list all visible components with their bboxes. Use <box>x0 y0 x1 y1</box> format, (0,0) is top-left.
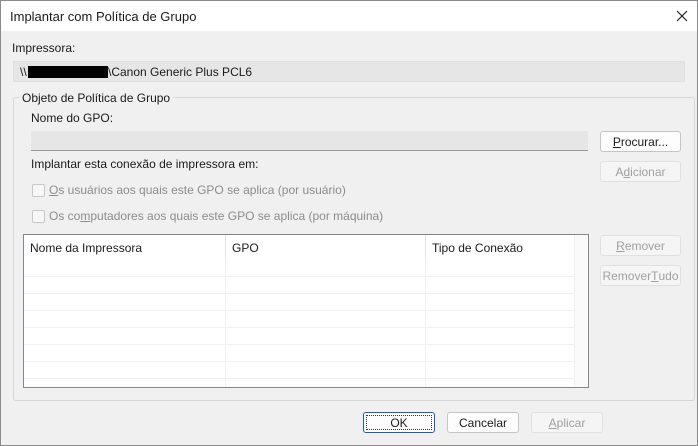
table-scrollbar[interactable] <box>574 235 588 387</box>
printer-path-prefix: \\ <box>20 65 27 79</box>
ok-button[interactable]: OK <box>363 412 435 433</box>
deploy-label: Implantar esta conexão de impressora em: <box>31 157 259 171</box>
apply-button[interactable]: Aplicar <box>531 412 603 433</box>
add-button-label-post: icionar <box>630 164 666 179</box>
table-row <box>24 362 574 379</box>
browse-button[interactable]: Procurar... <box>600 131 681 152</box>
remove-all-button[interactable]: Remover Tudo <box>600 265 681 286</box>
add-button-accel: d <box>623 164 631 179</box>
apply-button-accel: A <box>548 415 557 430</box>
redacted-server-name <box>28 66 108 78</box>
computers-checkbox-row[interactable]: Os computadores aos quais este GPO se ap… <box>32 209 383 223</box>
table-row <box>24 277 574 294</box>
table-row <box>24 311 574 328</box>
gpo-name-label: Nome do GPO: <box>31 111 114 125</box>
remove-all-button-accel: T <box>651 268 659 283</box>
table-row <box>24 345 574 362</box>
table-row <box>24 294 574 311</box>
browse-button-accel: P <box>612 134 621 149</box>
cancel-button[interactable]: Cancelar <box>447 412 519 433</box>
add-button-label-pre: A <box>615 164 624 179</box>
deployed-printers-table[interactable]: Nome da Impressora GPO Tipo de Conexão <box>23 234 589 388</box>
printer-path-field: \\ \Canon Generic Plus PCL6 <box>13 61 685 82</box>
users-checkbox-label: Os usuários aos quais este GPO se aplica… <box>49 183 346 197</box>
browse-button-label-post: rocurar... <box>620 134 669 149</box>
table-row <box>24 328 574 345</box>
users-checkbox-row[interactable]: Os usuários aos quais este GPO se aplica… <box>32 183 346 197</box>
dialog-window: Implantar com Política de Grupo Impresso… <box>0 0 698 446</box>
gpo-name-field[interactable] <box>31 131 588 151</box>
users-checkbox[interactable] <box>32 183 45 197</box>
table-row <box>24 260 574 277</box>
apply-button-label-post: plicar <box>556 415 586 430</box>
add-button[interactable]: Ad icionar <box>600 161 681 182</box>
gpo-groupbox-legend: Objeto de Política de Grupo <box>19 91 174 105</box>
title-bar: Implantar com Política de Grupo <box>1 1 697 31</box>
column-header-gpo[interactable]: GPO <box>226 235 426 260</box>
column-header-connection-type[interactable]: Tipo de Conexão <box>426 235 576 260</box>
remove-button-accel: R <box>616 238 625 253</box>
remove-all-button-label-pre: Remover <box>602 268 652 283</box>
close-button[interactable] <box>667 1 697 31</box>
column-header-printer-name[interactable]: Nome da Impressora <box>24 235 226 260</box>
printer-label: Impressora: <box>12 41 76 55</box>
remove-all-button-label-post: udo <box>658 268 679 283</box>
computers-checkbox-label: Os computadores aos quais este GPO se ap… <box>49 209 384 223</box>
computers-checkbox[interactable] <box>32 209 45 223</box>
printer-path-suffix: \Canon Generic Plus PCL6 <box>108 65 253 79</box>
close-icon <box>676 10 688 22</box>
remove-button-label-post: emover <box>624 238 665 253</box>
window-title: Implantar com Política de Grupo <box>10 9 197 24</box>
remove-button[interactable]: Remover <box>600 235 681 256</box>
